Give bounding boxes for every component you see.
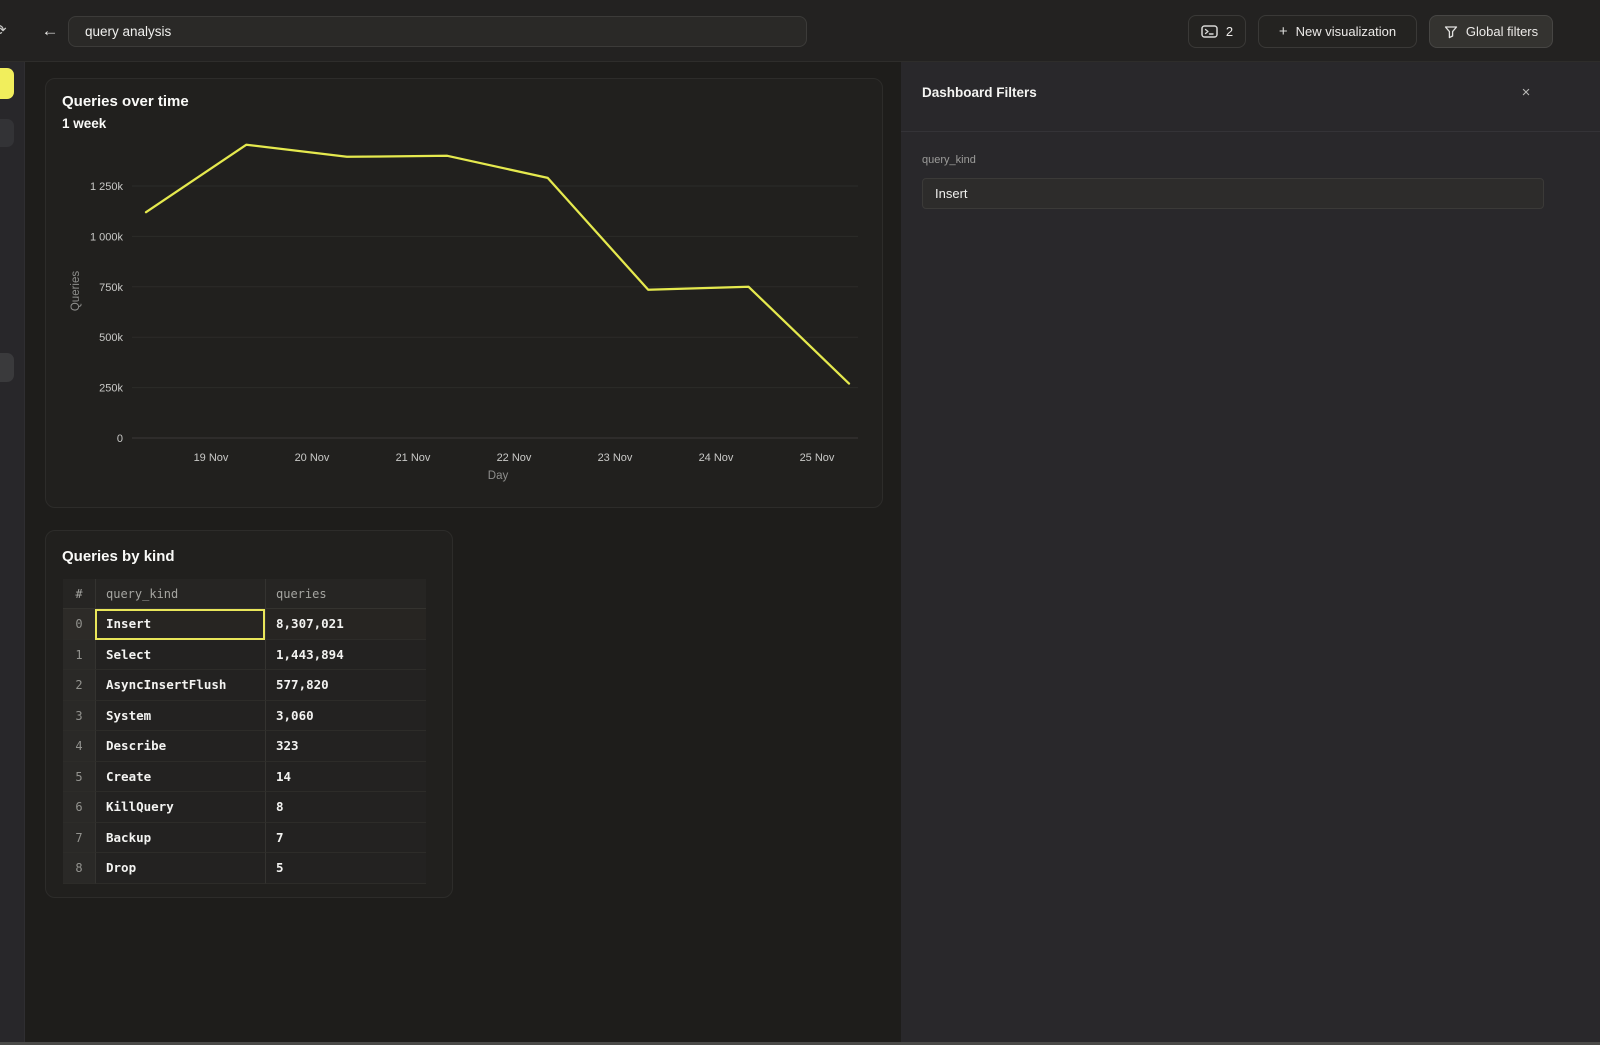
table-card: Queries by kind #query_kindqueries 0Inser… xyxy=(45,530,453,898)
query-kind-cell[interactable]: Drop xyxy=(95,853,265,884)
queries-value-cell[interactable]: 1,443,894 xyxy=(265,640,426,671)
back-button[interactable]: ← xyxy=(38,18,62,44)
queries-value-cell[interactable]: 14 xyxy=(265,762,426,793)
filters-panel-title: Dashboard Filters xyxy=(922,85,1037,100)
y-axis-title: Queries xyxy=(70,271,82,312)
x-tick-label: 22 Nov xyxy=(497,452,532,464)
row-index-cell: 3 xyxy=(63,701,95,732)
new-visualization-label: New visualization xyxy=(1296,24,1396,39)
query-kind-cell[interactable]: Insert xyxy=(95,609,265,640)
top-bar: ⟳ ← 2 + New visualization Global filters xyxy=(0,0,1600,62)
y-tick-label: 250k xyxy=(99,383,123,395)
row-index-cell: 0 xyxy=(63,609,95,640)
filter-field-label: query_kind xyxy=(922,154,976,166)
global-filters-button[interactable]: Global filters xyxy=(1429,15,1553,48)
x-tick-label: 20 Nov xyxy=(295,452,330,464)
query-kind-cell[interactable]: KillQuery xyxy=(95,792,265,823)
row-index-cell: 8 xyxy=(63,853,95,884)
queries-series-line xyxy=(146,145,849,384)
x-tick-label: 24 Nov xyxy=(699,452,734,464)
funnel-icon xyxy=(1444,25,1458,39)
sidebar-item-3[interactable] xyxy=(0,353,14,382)
queries-value-cell[interactable]: 577,820 xyxy=(265,670,426,701)
row-index-cell: 6 xyxy=(63,792,95,823)
filters-panel: Dashboard Filters × query_kind xyxy=(901,62,1600,1042)
sidebar-item-active[interactable] xyxy=(0,68,14,99)
y-tick-label: 1 000k xyxy=(90,231,124,243)
row-index-cell: 2 xyxy=(63,670,95,701)
app-root: ⟳ ← 2 + New visualization Global filters xyxy=(0,0,1600,1045)
sidebar-item-2[interactable] xyxy=(0,119,14,147)
query-kind-cell[interactable]: AsyncInsertFlush xyxy=(95,670,265,701)
queries-value-cell[interactable]: 3,060 xyxy=(265,701,426,732)
query-kind-filter-input[interactable] xyxy=(922,178,1544,209)
x-tick-label: 23 Nov xyxy=(598,452,633,464)
console-icon xyxy=(1201,25,1218,38)
refresh-icon[interactable]: ⟳ xyxy=(0,20,14,42)
query-kind-cell[interactable]: Backup xyxy=(95,823,265,854)
y-tick-label: 500k xyxy=(99,332,123,344)
x-axis-title: Day xyxy=(488,470,509,482)
row-index-cell: 7 xyxy=(63,823,95,854)
queries-value-cell[interactable]: 5 xyxy=(265,853,426,884)
query-kind-cell[interactable]: Select xyxy=(95,640,265,671)
column-header: query_kind xyxy=(95,579,265,609)
plus-icon: + xyxy=(1279,24,1288,39)
row-index-cell: 1 xyxy=(63,640,95,671)
row-index-cell: 5 xyxy=(63,762,95,793)
table-title: Queries by kind xyxy=(62,548,175,565)
tab-count-button[interactable]: 2 xyxy=(1188,15,1246,48)
left-strip xyxy=(0,62,25,1042)
tab-count-label: 2 xyxy=(1226,24,1233,39)
dashboard-title-input[interactable] xyxy=(68,16,807,47)
row-index-cell: 4 xyxy=(63,731,95,762)
x-tick-label: 25 Nov xyxy=(800,452,835,464)
queries-value-cell[interactable]: 8 xyxy=(265,792,426,823)
dashboard-canvas: Queries over time 1 week 0250k500k750k1 … xyxy=(25,62,901,1042)
queries-table: #query_kindqueries 0Insert8,307,021 1Selec… xyxy=(63,579,426,884)
y-tick-label: 1 250k xyxy=(90,181,124,193)
line-chart[interactable]: 0 250k 500k 750k 1 000k 1 250k 19 Nov 20 Nov 21 … xyxy=(46,79,884,509)
query-kind-cell[interactable]: Create xyxy=(95,762,265,793)
query-kind-cell[interactable]: System xyxy=(95,701,265,732)
close-icon[interactable]: × xyxy=(1514,80,1538,104)
column-header: queries xyxy=(265,579,426,609)
queries-value-cell[interactable]: 323 xyxy=(265,731,426,762)
global-filters-label: Global filters xyxy=(1466,24,1538,39)
y-tick-label: 750k xyxy=(99,282,123,294)
chart-card: Queries over time 1 week 0250k500k750k1 … xyxy=(45,78,883,508)
queries-value-cell[interactable]: 8,307,021 xyxy=(265,609,426,640)
panel-divider xyxy=(901,131,1600,132)
query-kind-cell[interactable]: Describe xyxy=(95,731,265,762)
column-header: # xyxy=(63,579,95,609)
x-tick-label: 21 Nov xyxy=(396,452,431,464)
x-tick-label: 19 Nov xyxy=(194,452,229,464)
queries-value-cell[interactable]: 7 xyxy=(265,823,426,854)
new-visualization-button[interactable]: + New visualization xyxy=(1258,15,1417,48)
y-tick-label: 0 xyxy=(117,433,123,445)
